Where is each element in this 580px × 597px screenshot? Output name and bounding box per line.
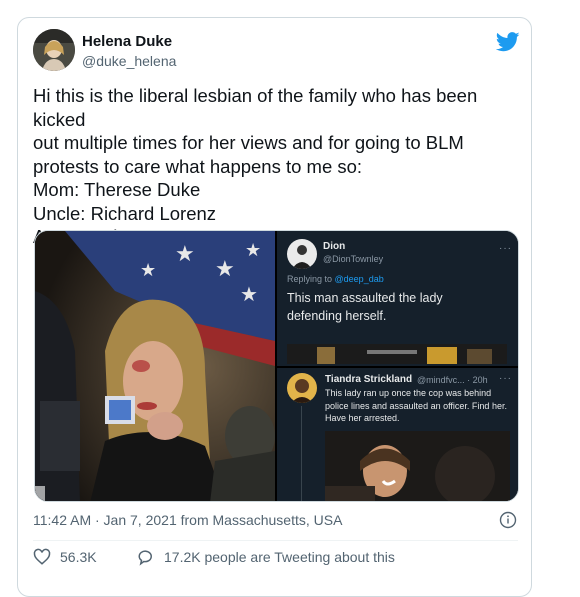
tweet-card: Helena Duke @duke_helena Hi this is the … xyxy=(17,17,532,597)
svg-text:★: ★ xyxy=(175,242,195,267)
tweet-media[interactable]: ★ ★ ★ ★ ★ Dion @DionTownley ··· Replying… xyxy=(34,230,519,502)
svg-text:★: ★ xyxy=(245,240,261,261)
thread-line xyxy=(301,406,302,501)
dion-handle: @DionTownley xyxy=(323,254,384,264)
dion-tweet-text: This man assaulted the lady defending he… xyxy=(287,291,443,323)
author-handle[interactable]: @duke_helena xyxy=(82,53,176,69)
protest-photo[interactable]: ★ ★ ★ ★ ★ xyxy=(35,231,275,502)
more-dots-icon: ··· xyxy=(499,243,512,254)
svg-text:★: ★ xyxy=(215,257,235,282)
dion-avatar xyxy=(287,239,317,269)
info-icon[interactable] xyxy=(499,511,517,529)
tweeting-about-text: 17.2K people are Tweeting about this xyxy=(164,549,395,565)
tiandra-handle: @mindfvc... · 20h xyxy=(417,375,488,385)
replying-to: Replying to @deep_dab xyxy=(287,274,384,284)
speech-bubble-icon xyxy=(138,550,152,566)
dion-name: Dion xyxy=(323,241,346,252)
like-count: 56.3K xyxy=(60,549,97,565)
tiandra-avatar xyxy=(287,373,317,403)
author-avatar[interactable] xyxy=(33,29,75,71)
tweeting-about-link[interactable]: 17.2K people are Tweeting about this xyxy=(137,548,395,566)
tiandra-name: Tiandra Strickland xyxy=(325,374,413,385)
embedded-tweet-tiandra[interactable]: Tiandra Strickland @mindfvc... · 20h ···… xyxy=(277,368,518,501)
embedded-video-thumbnail xyxy=(287,344,507,364)
embedded-tweet-dion[interactable]: Dion @DionTownley ··· Replying to @deep_… xyxy=(277,231,518,366)
svg-text:★: ★ xyxy=(240,282,258,306)
heart-icon xyxy=(33,548,51,565)
like-button[interactable]: 56.3K xyxy=(33,548,97,566)
more-dots-icon: ··· xyxy=(499,373,512,384)
tiandra-tweet-text: This lady ran up once the cop was behind… xyxy=(325,388,507,423)
twitter-bird-icon[interactable] xyxy=(496,32,520,52)
svg-text:★: ★ xyxy=(140,260,156,281)
author-name[interactable]: Helena Duke xyxy=(82,33,172,50)
tweet-timestamp[interactable]: 11:42 AM · Jan 7, 2021 from Massachusett… xyxy=(33,512,342,528)
embedded-photo-thumbnail xyxy=(325,431,510,501)
tweet-text: Hi this is the liberal lesbian of the fa… xyxy=(33,85,478,247)
divider xyxy=(33,540,518,541)
